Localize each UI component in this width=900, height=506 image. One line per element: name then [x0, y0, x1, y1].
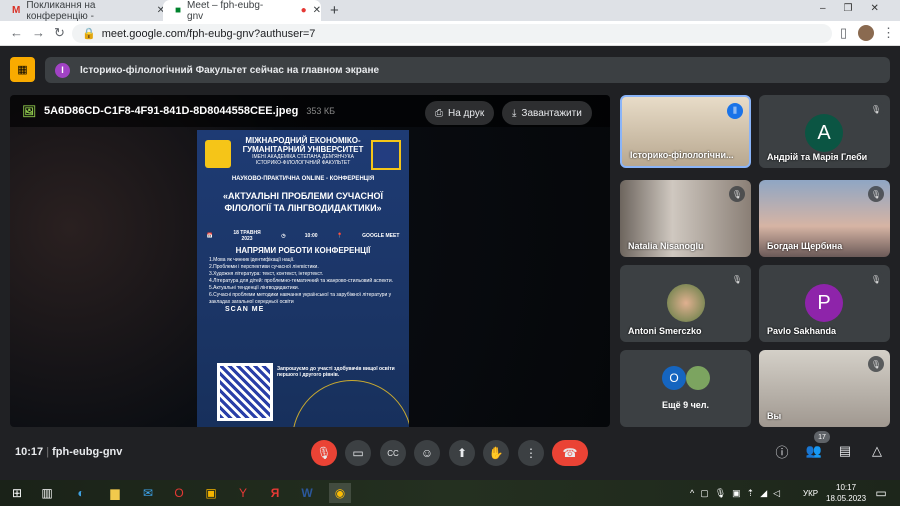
store-icon[interactable]: ▣ — [200, 483, 222, 503]
more-icon: ⋮ — [525, 446, 537, 460]
download-icon: ⤓ — [512, 107, 517, 119]
recording-icon: ● — [300, 5, 307, 16]
avatar: А — [805, 114, 843, 152]
tab-strip: M Покликання на конференцію - ✕ ■ Meet – fp… — [0, 0, 900, 22]
mic-off-icon: 🎙 — [729, 271, 745, 287]
presenting-banner: І Історико-філологічний Факультет сейчас… — [45, 57, 890, 83]
close-icon[interactable]: ✕ — [313, 5, 321, 16]
back-icon[interactable]: ← — [10, 25, 23, 40]
camera-button[interactable]: ▭ — [345, 440, 371, 466]
mic-off-icon: 🎙 — [729, 186, 745, 202]
notifications-icon[interactable]: ▭ — [870, 483, 892, 503]
file-viewer: 🖼 5A6D86CD-C1F8-4F91-841D-8D8044558CEE.j… — [10, 95, 610, 427]
address-bar-row: ← → ↻ 🔒 meet.google.com/fph-eubg-gnv?auth… — [0, 21, 900, 46]
university-logo — [205, 140, 231, 168]
lock-icon: 🔒 — [82, 28, 96, 40]
mail-icon[interactable]: ✉ — [137, 483, 159, 503]
url-input[interactable]: 🔒 meet.google.com/fph-eubg-gnv?authuser=7 — [72, 24, 832, 43]
clock[interactable]: 10:17 18.05.2023 — [826, 482, 866, 504]
mic-toggle-button[interactable]: 🎙 — [311, 440, 337, 466]
leave-call-button[interactable]: ☎ — [552, 440, 588, 466]
emoji-icon: ☺ — [420, 446, 434, 460]
more-participants-tile[interactable]: O Ещё 9 чел. — [620, 350, 751, 427]
speaking-icon: ⫼ — [727, 103, 743, 119]
mic-off-icon: 🎙 — [868, 271, 884, 287]
opera-icon[interactable]: O — [168, 483, 190, 503]
clock-icon: ◷ — [281, 233, 286, 239]
print-button[interactable]: ⎙ На друк — [425, 101, 495, 125]
reload-icon[interactable]: ↻ — [54, 25, 65, 41]
people-count-badge: 17 — [814, 431, 830, 443]
globe-graphic — [292, 380, 409, 427]
system-tray-icons[interactable]: ^▢🎙▣⇡◢◁ — [690, 488, 786, 499]
info-button[interactable]: ⓘ — [771, 440, 793, 462]
new-tab-button[interactable]: + — [330, 2, 339, 19]
location-icon: 📍 — [336, 233, 343, 239]
sidepanel-icon[interactable]: ▯ — [840, 25, 847, 41]
yandex-browser-icon[interactable]: Y — [232, 483, 254, 503]
meeting-info: 10:17 | fph-eubg-gnv — [15, 446, 123, 458]
chrome-icon[interactable]: ◉ — [329, 483, 351, 503]
participant-tile-self[interactable]: 🎙 Вы — [759, 350, 890, 427]
activities-icon: △ — [872, 443, 882, 458]
word-icon[interactable]: W — [296, 483, 318, 503]
participant-tile[interactable]: 🎙 А Андрій та Марія Глеби — [759, 95, 890, 168]
camera-icon: ▭ — [352, 446, 364, 460]
present-icon: ⬆ — [456, 446, 468, 460]
gmail-icon: M — [12, 5, 21, 16]
captions-icon: CC — [387, 448, 399, 458]
presenter-avatar: І — [55, 62, 70, 78]
info-icon: ⓘ — [775, 444, 789, 460]
file-name: 5A6D86CD-C1F8-4F91-841D-8D8044558CEE.jpe… — [43, 105, 299, 117]
avatar: O — [662, 366, 686, 390]
download-button[interactable]: ⤓ Завантажити — [502, 101, 592, 125]
edge-icon[interactable]: ◐ — [70, 483, 92, 503]
participant-tile[interactable]: 🎙 P Pavlo Sakhanda — [759, 265, 890, 342]
hang-up-icon: ☎ — [562, 446, 578, 460]
printer-icon: ⎙ — [435, 107, 443, 119]
presentation-icon[interactable]: ▦ — [10, 57, 35, 82]
avatar — [667, 284, 705, 322]
hand-icon: ✋ — [488, 446, 504, 460]
window-controls[interactable]: –❐✕ — [820, 3, 897, 14]
conference-poster: МІЖНАРОДНИЙ ЕКОНОМІКО- ГУМАНІТАРНИЙ УНІВ… — [197, 130, 409, 427]
mic-off-icon: 🎙 — [316, 446, 332, 460]
avatar — [686, 366, 710, 390]
meet-icon: ■ — [175, 5, 182, 16]
file-size: 353 КБ — [306, 106, 335, 116]
qr-code — [217, 363, 273, 421]
calendar-icon: 📅 — [206, 233, 213, 239]
image-icon: 🖼 — [22, 105, 36, 118]
menu-icon[interactable]: ⋮ — [882, 25, 895, 41]
people-icon: 👥 — [805, 443, 823, 458]
task-view-icon[interactable]: ▥ — [36, 483, 58, 503]
participant-tile[interactable]: 🎙 Natalia Nisanoglu — [620, 180, 751, 257]
more-options-button[interactable]: ⋮ — [518, 440, 544, 466]
mic-off-icon: 🎙 — [868, 186, 884, 202]
file-explorer-icon[interactable]: ▆ — [104, 483, 126, 503]
participant-tile[interactable]: 🎙 Antoni Smerczko — [620, 265, 751, 342]
raise-hand-button[interactable]: ✋ — [483, 440, 509, 466]
people-button[interactable]: 👥 — [803, 440, 825, 462]
start-icon[interactable]: ⊞ — [6, 483, 28, 503]
yandex-icon[interactable]: Я — [264, 483, 286, 503]
reactions-button[interactable]: ☺ — [414, 440, 440, 466]
chat-icon: ▤ — [838, 443, 852, 458]
language-indicator[interactable]: УКР — [803, 489, 818, 498]
participant-tile[interactable]: 🎙 Богдан Щербина — [759, 180, 890, 257]
tab-meet[interactable]: ■ Meet – fph-eubg-gnv ● ✕ — [163, 0, 321, 22]
captions-button[interactable]: CC — [380, 440, 406, 466]
participant-tile[interactable]: ⫼ Історико-філологічни... — [620, 95, 751, 168]
tab-gmail[interactable]: M Покликання на конференцію - ✕ — [0, 0, 165, 22]
faculty-logo — [371, 140, 401, 170]
avatar: P — [805, 284, 843, 322]
mic-off-icon: 🎙 — [868, 101, 884, 117]
activities-button[interactable]: △ — [866, 440, 888, 462]
forward-icon[interactable]: → — [32, 25, 45, 40]
chat-button[interactable]: ▤ — [834, 440, 856, 462]
profile-avatar[interactable] — [858, 25, 874, 41]
mic-off-icon: 🎙 — [868, 356, 884, 372]
present-button[interactable]: ⬆ — [449, 440, 475, 466]
